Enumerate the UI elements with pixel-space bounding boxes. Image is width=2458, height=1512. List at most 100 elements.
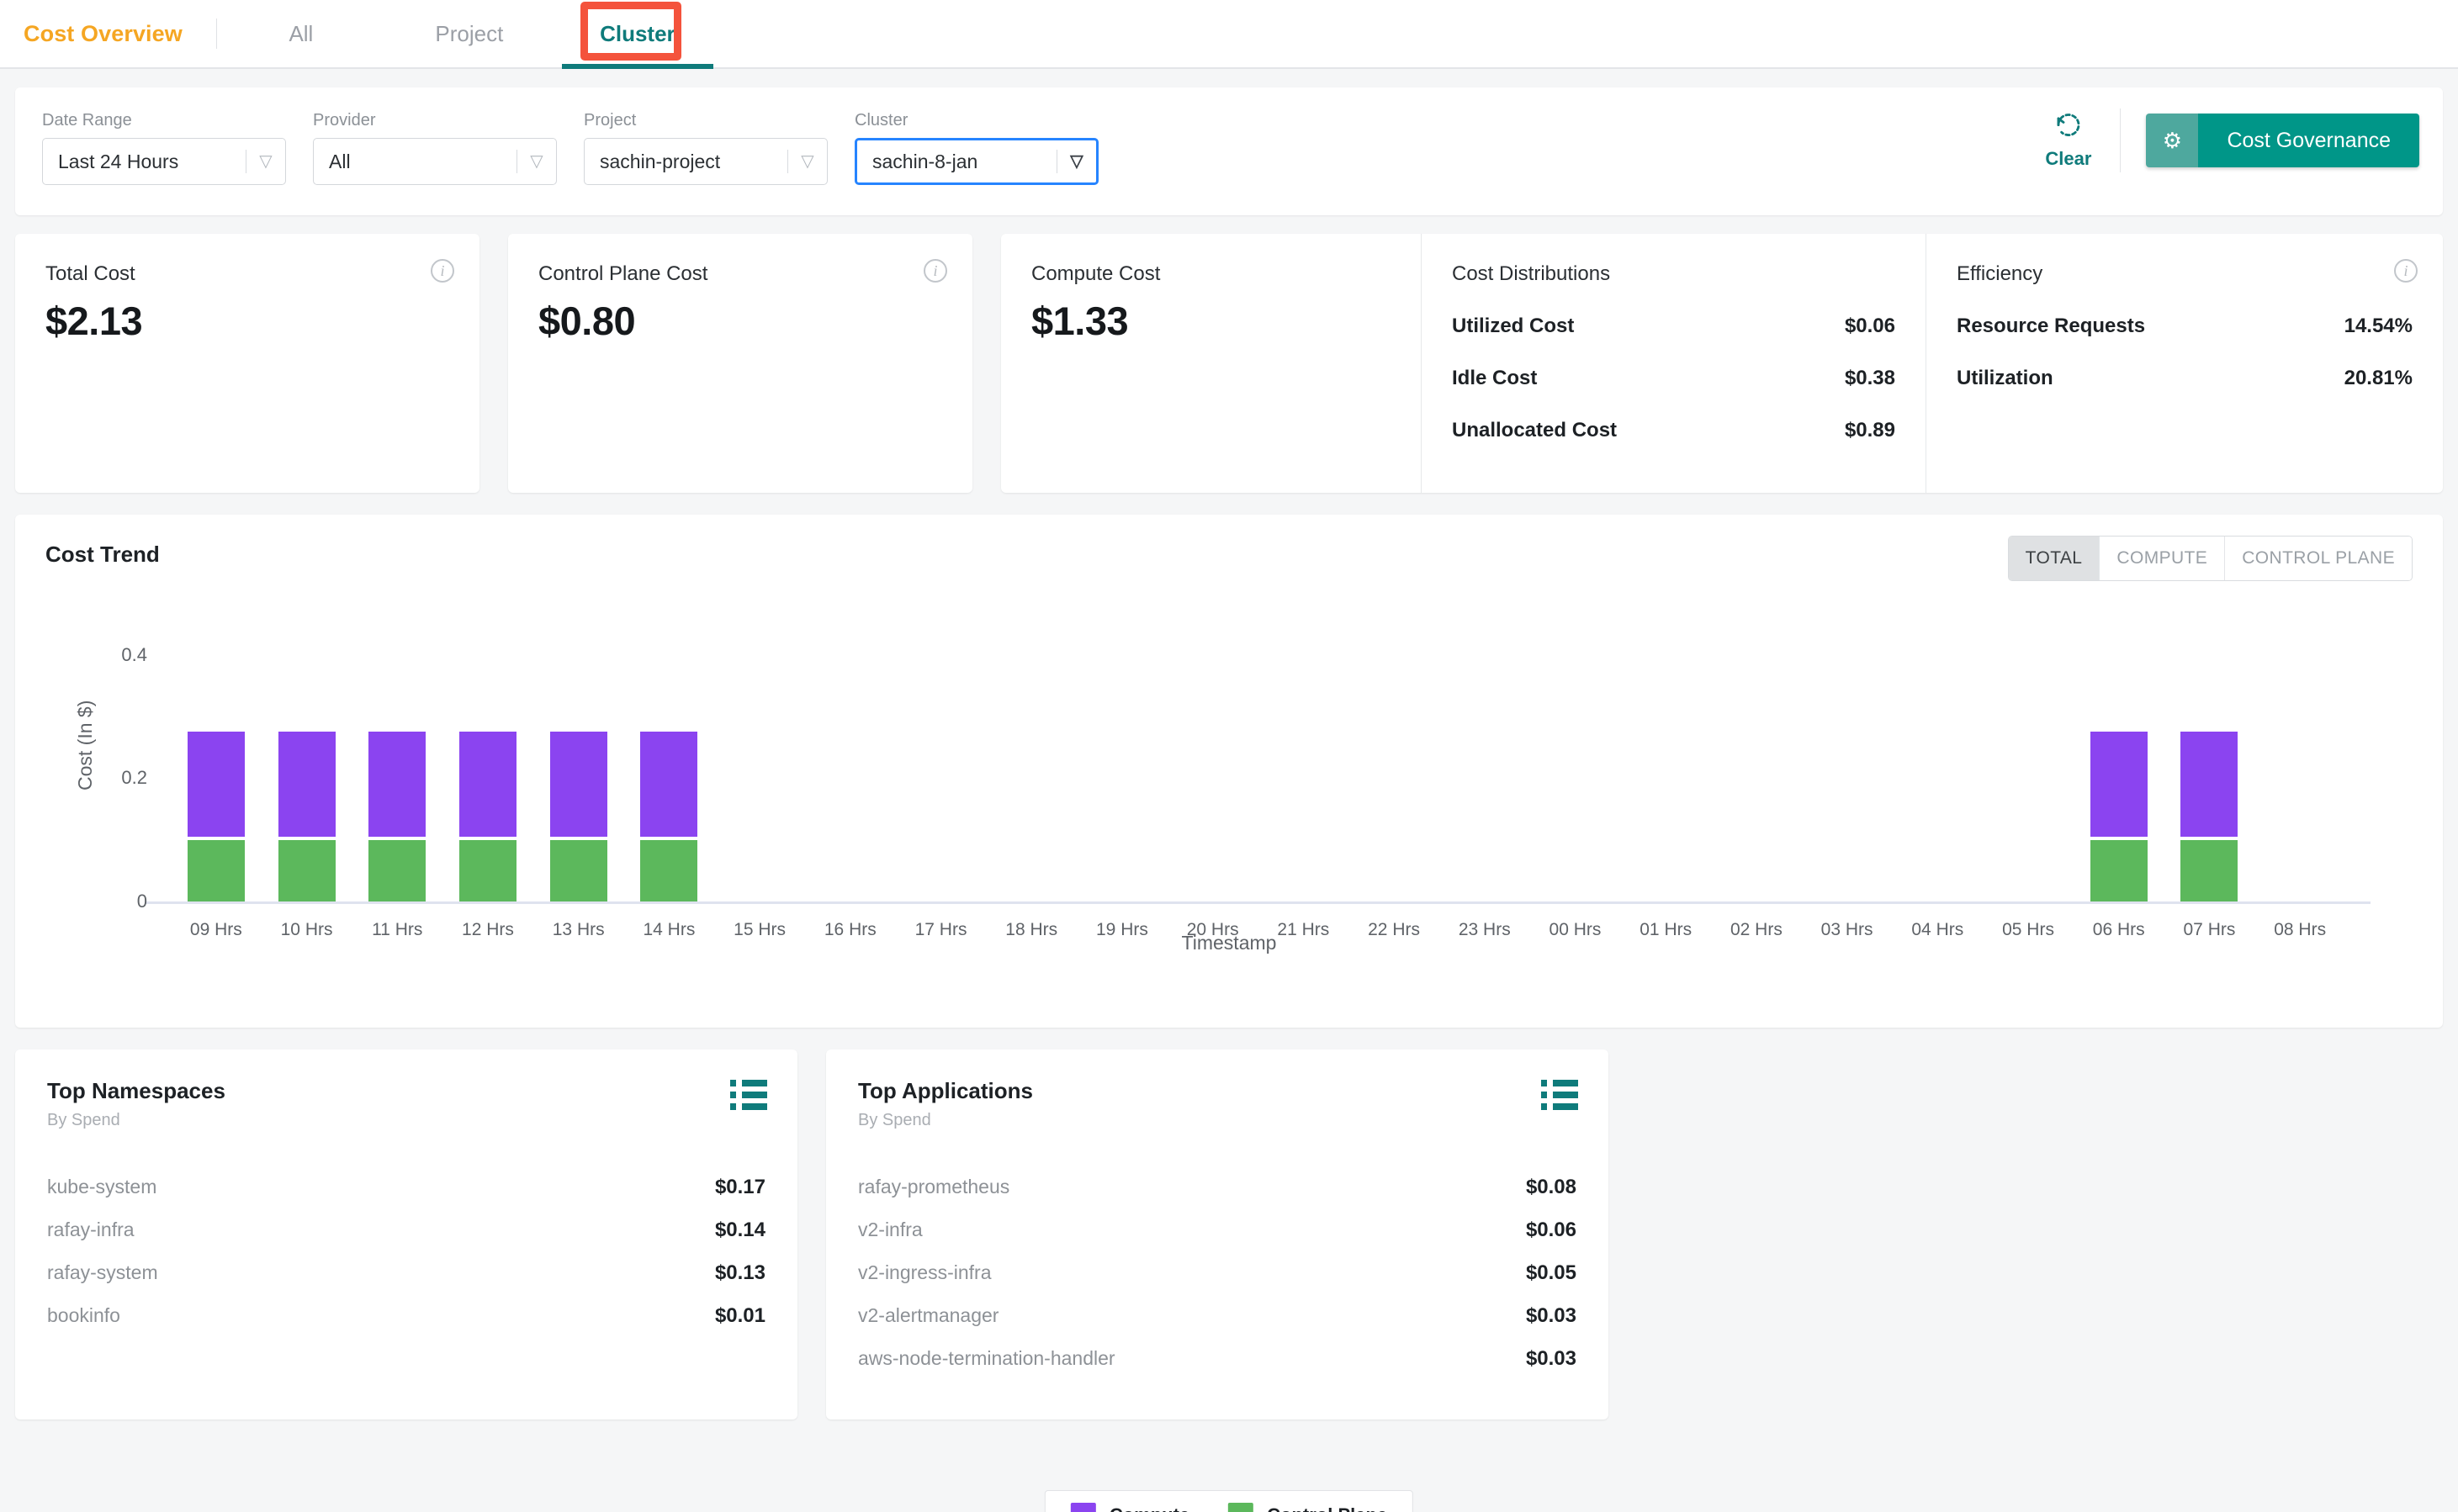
chart-bar[interactable] <box>2180 732 2238 901</box>
info-icon[interactable]: i <box>2394 259 2418 283</box>
legend-swatch <box>1228 1503 1254 1512</box>
chart-bar-segment-compute[interactable] <box>549 732 607 837</box>
legend-label: Control Plane <box>1267 1504 1387 1512</box>
list-item[interactable]: rafay-system $0.13 <box>47 1251 765 1294</box>
list-item[interactable]: rafay-prometheus $0.08 <box>858 1166 1576 1208</box>
top-namespaces-subtitle: By Spend <box>47 1111 120 1129</box>
list-item-value: $0.08 <box>1525 1175 1576 1198</box>
filter-provider-label: Provider <box>313 111 376 130</box>
chart-bar[interactable] <box>2090 732 2148 901</box>
cost-distributions-title: Cost Distributions <box>1452 262 1611 285</box>
filter-provider: Provider All ▽ <box>313 111 557 185</box>
tab-project[interactable]: Project <box>385 0 554 67</box>
list-item[interactable]: v2-alertmanager $0.03 <box>858 1294 1576 1337</box>
chart-bar-segment-control-plane[interactable] <box>278 839 336 901</box>
segment-compute[interactable]: COMPUTE <box>2100 537 2226 580</box>
filter-project: Project sachin-project ▽ <box>584 111 828 185</box>
tab-all[interactable]: All <box>217 0 385 67</box>
provider-select[interactable]: All ▽ <box>313 138 557 185</box>
chart-bar[interactable] <box>640 732 698 901</box>
chart-bar-segment-control-plane[interactable] <box>458 839 516 901</box>
chevron-down-icon[interactable]: ▽ <box>517 153 556 170</box>
page-title: Cost Overview <box>24 20 183 46</box>
stat-row: Resource Requests 14.54% <box>1957 315 2413 338</box>
top-namespaces-card: Top Namespaces By Spend kube-system $0.17… <box>15 1049 797 1419</box>
chart-bar[interactable] <box>187 732 245 901</box>
chart-bar[interactable] <box>368 732 426 901</box>
top-applications-list: rafay-prometheus $0.08 v2-infra $0.06 v2-ing… <box>858 1166 1576 1380</box>
total-cost-card: i Total Cost $2.13 <box>15 234 479 493</box>
chart-bar-segment-control-plane[interactable] <box>187 839 245 901</box>
list-item[interactable]: kube-system $0.17 <box>47 1166 765 1208</box>
list-item-name: v2-infra <box>858 1219 923 1240</box>
project-select[interactable]: sachin-project ▽ <box>584 138 828 185</box>
top-tab-bar: Cost Overview All Project Cluster <box>0 0 2458 69</box>
info-icon[interactable]: i <box>924 259 947 283</box>
chart-legend: Compute Control Plane <box>1044 1490 1414 1512</box>
restore-icon <box>2054 112 2083 145</box>
cost-governance-label: Cost Governance <box>2198 114 2419 167</box>
list-item[interactable]: aws-node-termination-handler $0.03 <box>858 1337 1576 1380</box>
chart-bar-segment-compute[interactable] <box>2090 732 2148 837</box>
legend-item[interactable]: Control Plane <box>1228 1503 1387 1512</box>
chart-bar-segment-control-plane[interactable] <box>368 839 426 901</box>
chart-bar[interactable] <box>458 732 516 901</box>
cluster-select[interactable]: sachin-8-jan ▽ <box>855 138 1099 185</box>
list-item-value: $0.05 <box>1525 1261 1576 1284</box>
chart-bar[interactable] <box>549 732 607 901</box>
chart-bar-segment-control-plane[interactable] <box>2090 839 2148 901</box>
list-icon[interactable] <box>1541 1080 1578 1110</box>
chevron-down-icon[interactable]: ▽ <box>246 153 285 170</box>
chart-bar-segment-control-plane[interactable] <box>2180 839 2238 901</box>
chart-bar-segment-control-plane[interactable] <box>549 839 607 901</box>
top-namespaces-list: kube-system $0.17 rafay-infra $0.14 rafay-sy… <box>47 1166 765 1337</box>
filter-cluster: Cluster sachin-8-jan ▽ <box>855 111 1099 185</box>
list-item-name: kube-system <box>47 1176 157 1197</box>
chart-bar-segment-control-plane[interactable] <box>640 839 698 901</box>
chart-bar-segment-compute[interactable] <box>458 732 516 837</box>
list-item-value: $0.03 <box>1525 1346 1576 1370</box>
list-item[interactable]: bookinfo $0.01 <box>47 1294 765 1337</box>
segment-control-plane[interactable]: CONTROL PLANE <box>2225 537 2412 580</box>
utilized-cost-label: Utilized Cost <box>1452 315 1575 337</box>
clear-label: Clear <box>2045 147 2092 169</box>
chart-bar[interactable] <box>278 732 336 901</box>
control-plane-cost-value: $0.80 <box>538 299 636 343</box>
legend-swatch <box>1070 1503 1096 1512</box>
chart-bar-segment-compute[interactable] <box>278 732 336 837</box>
filter-actions: Clear ⚙ Cost Governance <box>2016 87 2443 193</box>
chevron-down-icon[interactable]: ▽ <box>788 153 827 170</box>
date-range-select[interactable]: Last 24 Hours ▽ <box>42 138 286 185</box>
clear-button[interactable]: Clear <box>2016 108 2122 172</box>
chart-y-tick-label: 0.4 <box>121 643 147 665</box>
cost-distributions-card: Cost Distributions Utilized Cost $0.06 I… <box>1422 234 1926 493</box>
total-cost-value: $2.13 <box>45 299 143 343</box>
list-item[interactable]: v2-ingress-infra $0.05 <box>858 1251 1576 1294</box>
cost-governance-button[interactable]: ⚙ Cost Governance <box>2146 114 2419 167</box>
list-item[interactable]: v2-infra $0.06 <box>858 1208 1576 1251</box>
compute-cost-card: Compute Cost $1.33 <box>1001 234 1422 493</box>
list-item-name: rafay-prometheus <box>858 1176 1010 1197</box>
chart-mode-toggle-group: TOTAL COMPUTE CONTROL PLANE <box>2007 536 2413 581</box>
chart-bar-segment-compute[interactable] <box>640 732 698 837</box>
segment-total[interactable]: TOTAL <box>2008 537 2100 580</box>
chart-x-axis-label: Timestamp <box>1181 932 1277 954</box>
info-icon[interactable]: i <box>431 259 454 283</box>
list-icon[interactable] <box>730 1080 767 1110</box>
tab-cluster[interactable]: Cluster <box>554 0 722 69</box>
list-item-name: v2-ingress-infra <box>858 1261 992 1283</box>
chart-bar-segment-compute[interactable] <box>187 732 245 837</box>
utilization-value: 20.81% <box>2344 367 2413 389</box>
control-plane-cost-title: Control Plane Cost <box>538 262 708 285</box>
stat-row: Unallocated Cost $0.89 <box>1452 419 1895 442</box>
list-item-value: $0.06 <box>1525 1218 1576 1241</box>
unallocated-cost-value: $0.89 <box>1844 419 1895 441</box>
chart-bar-segment-compute[interactable] <box>368 732 426 837</box>
legend-item[interactable]: Compute <box>1070 1503 1189 1512</box>
chevron-down-icon[interactable]: ▽ <box>1057 153 1096 170</box>
list-item[interactable]: rafay-infra $0.14 <box>47 1208 765 1251</box>
cluster-value: sachin-8-jan <box>872 150 978 172</box>
chart-bar-segment-compute[interactable] <box>2180 732 2238 837</box>
legend-label: Compute <box>1110 1504 1189 1512</box>
gear-icon: ⚙ <box>2146 114 2199 167</box>
